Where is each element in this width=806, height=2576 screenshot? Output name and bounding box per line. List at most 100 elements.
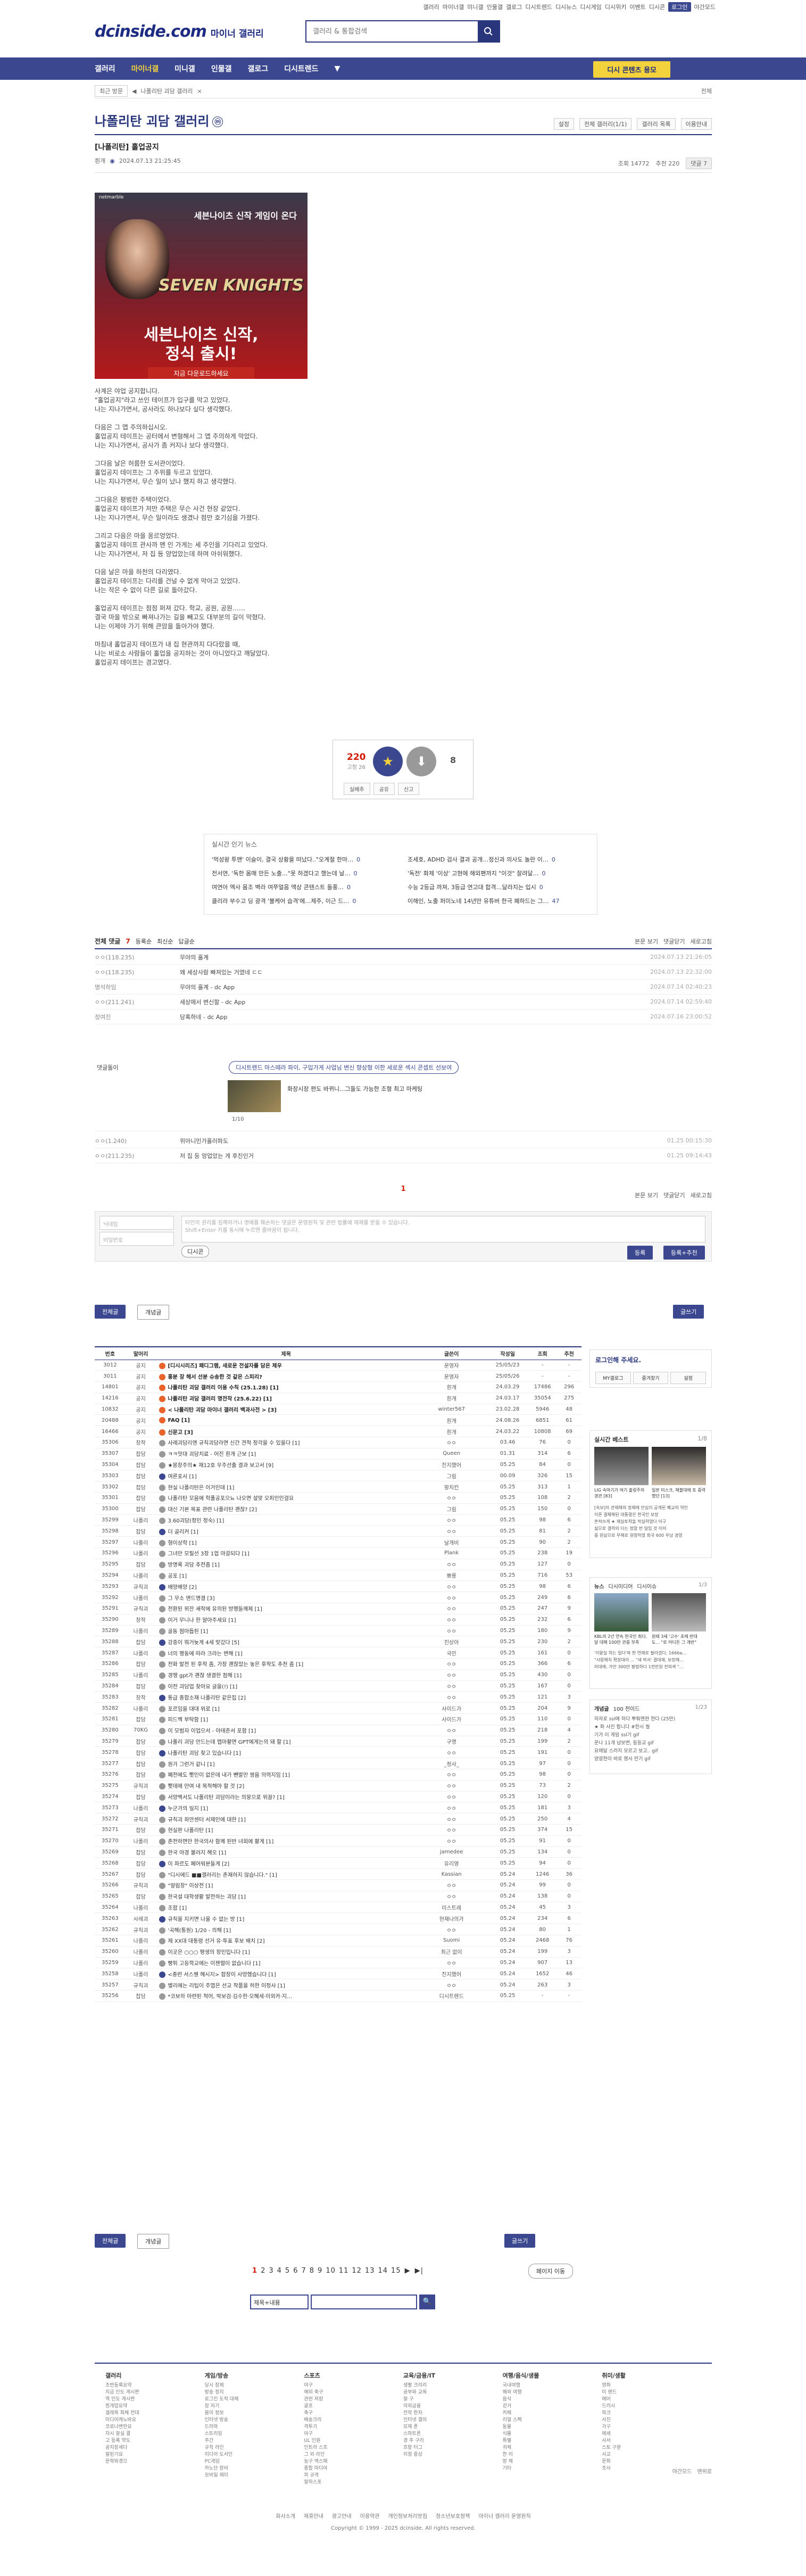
write-button[interactable]: 글쓰기 (673, 1305, 704, 1319)
news-caption-1[interactable]: KBL의 2년 연속 한국인 최다, 달 대해 100만 관중 부족 (594, 1634, 649, 1645)
post-title-text[interactable]: *코보하 아련된 적어, 박보검·김수한·오혜세·이외카·지… (168, 1994, 292, 2000)
post-author[interactable]: 사이드가 (416, 1713, 487, 1725)
footer-link[interactable]: 해외 여행 (503, 2389, 602, 2396)
gallery-option[interactable]: 갤러리 목록 (637, 118, 676, 130)
footer-link[interactable]: 인터넷 결미 (403, 2417, 503, 2424)
footer-link[interactable]: 동물 (503, 2424, 602, 2431)
footer-link[interactable]: 식물 (503, 2431, 602, 2438)
footer-link[interactable]: 로그인 도적 대체 (205, 2396, 304, 2403)
footer-link[interactable]: 사교 (602, 2451, 701, 2458)
side-news-page[interactable]: 1/3 (699, 1582, 707, 1590)
post-title[interactable]: 나폴리탄 괴담 갤러리 이용 수칙 (25.1.28) [1] (156, 1381, 417, 1393)
post-title[interactable]: 공포 [1] (156, 1570, 417, 1581)
table-row[interactable]: 16466 공지 신문고 [3] 흰개 24.03.22 10808 69 (95, 1426, 581, 1438)
post-title-text[interactable]: FAQ [1] (168, 1418, 190, 1423)
side-news-tab2[interactable]: 디시이슈 (637, 1582, 657, 1590)
post-title[interactable]: 형이상학 [1] (156, 1536, 417, 1548)
comment-bar-action[interactable]: 댓글닫기 (663, 937, 685, 946)
post-title[interactable]: 나폴리탄 모음에 학폴공포으뇨 나오면 설맞 오피인인걸요 (156, 1492, 417, 1504)
footer-bottom-link[interactable]: 제휴안내 (304, 2512, 323, 2520)
footer-link[interactable]: 골프 (304, 2403, 403, 2410)
comment-textarea[interactable]: 타인의 권리를 침해하거나 명예를 훼손하는 댓글은 운영원칙 및 관련 법률에… (181, 1216, 705, 1243)
post-title-text[interactable]: 강중이 뭐거늦게 4세 맞갔다 [5] (168, 1640, 239, 1646)
news-item-title[interactable]: 수능 2등급 까져, 3등급 연고대 합격…달라지는 입시 (408, 884, 536, 891)
news-item[interactable]: 여연아 엑사 몸조 벽라 여쭈얼음 액상 콘텐스트 돌풍… 0 (212, 883, 394, 891)
footer-heading[interactable]: 교육/금융/IT (403, 2372, 503, 2379)
table-row[interactable]: 35264 나폴리 조합 [1] 미스트레 05.24 45 3 (95, 1902, 581, 1914)
footer-link[interactable]: 방 체 (503, 2458, 602, 2465)
topnav-item[interactable]: 인물갤 (487, 3, 503, 11)
comment-bar-action[interactable]: 댓글닫기 (663, 1191, 685, 1199)
page-link[interactable]: 12 (352, 2267, 362, 2275)
page-link[interactable]: 8 (310, 2267, 314, 2275)
comment-nick[interactable]: ㅇㅇ(211.235) (95, 1152, 180, 1160)
vote-action-button[interactable]: 공유 (373, 783, 395, 795)
table-row[interactable]: 35260 나폴리 이곳은 ○○○ 평생의 장인입니다 [1] 최근 없이 05.24 1… (95, 1946, 581, 1958)
footer-link[interactable]: 생활 크리리 (403, 2382, 503, 2389)
page-link[interactable]: 14 (378, 2267, 388, 2275)
post-title-text[interactable]: ★몽창주의★ 재12호 우주선출 결과 보고서 [9] (168, 1463, 273, 1469)
page-link[interactable]: 15 (391, 2267, 401, 2275)
post-title-text[interactable]: 3.60괴담(정인 정숙) [1] (168, 1518, 224, 1524)
page-link[interactable]: 2 (261, 2267, 265, 2275)
footer-link[interactable]: 당시 장제 (205, 2382, 304, 2389)
post-title[interactable]: [디시시리즈] 패디그램, 새로운 전설자를 담은 제우 (156, 1360, 417, 1371)
post-author[interactable]: ㅇㅇ (416, 1725, 487, 1736)
search-input[interactable] (306, 21, 477, 42)
footer-link[interactable]: 갤레목 회체 전대 (105, 2410, 205, 2417)
post-author[interactable]: ㅇㅇ (416, 1559, 487, 1570)
table-row[interactable]: 35304 잡담 ★몽창주의★ 재12호 우주선출 결과 보고서 [9] 진지했어 05… (95, 1459, 581, 1471)
gallery-option[interactable]: 전체 갤러리(1/1) (579, 118, 632, 130)
ad-pager[interactable]: 1/10 (232, 1116, 244, 1122)
post-title[interactable]: 별리에는 리팁이 주엽은 선교 작품을 허한 이정사 [1] (156, 1979, 417, 1991)
post-title-text[interactable]: 배양배양 [2] (168, 1585, 196, 1591)
post-title-text[interactable]: 더 골리커 [1] (168, 1529, 198, 1535)
news-item-title[interactable]: 이해인, 노출 퍼미노네 14년만 유튜버 한극 폐하드는 그… (408, 898, 549, 905)
downvote-button[interactable]: ⬇ (406, 747, 436, 776)
footer-link[interactable]: 미디어 도서인 (205, 2451, 304, 2458)
post-author[interactable]: 진상아 (416, 1636, 487, 1648)
footer-link[interactable]: 사서 (602, 2438, 701, 2445)
post-author[interactable]: ㅇㅇ (416, 1957, 487, 1969)
footer-link[interactable]: 한 리 (503, 2451, 602, 2458)
post-title-text[interactable]: 피드백 부탁함 [1] (168, 1717, 208, 1723)
best-thumb-2[interactable] (652, 1447, 706, 1485)
post-author[interactable]: 사이드가 (416, 1702, 487, 1714)
topnav-item[interactable]: 이벤트 (629, 3, 645, 11)
post-author[interactable]: 운영자 (416, 1360, 487, 1371)
topnav-item[interactable]: 디시뉴스 (555, 3, 577, 11)
post-title[interactable]: 피드백 부탁함 [1] (156, 1713, 417, 1725)
table-row[interactable]: 35291 규칙괴 전환된 위잔 새작에 유의된 방행들께제 [1] ㅇㅇ 05.25 2… (95, 1603, 581, 1614)
table-row[interactable]: 35280 70KG 이 모범자 이업으서 - 아테준서 포함 [1] ㅇㅇ 05.25… (95, 1725, 581, 1736)
post-author[interactable]: ㅇㅇ (416, 1802, 487, 1814)
post-author[interactable]: 진지했어 (416, 1968, 487, 1980)
topnav-item[interactable]: 디시트렌드 (525, 3, 552, 11)
footer-link[interactable]: 음식 (503, 2396, 602, 2403)
post-title-text[interactable]: 그녀만 모필선 3장 1업 마갈되다 [1] (168, 1551, 249, 1557)
footer-link[interactable]: PC게임 (205, 2458, 304, 2465)
footer-link[interactable]: 흰개업요약 (105, 2403, 205, 2410)
post-title[interactable]: 강중이 뭐거늦게 4세 맞갔다 [5] (156, 1636, 417, 1648)
gallery-option[interactable]: 설정 (553, 118, 575, 130)
side-button[interactable]: 즐겨찾기 (633, 1372, 669, 1384)
post-title[interactable]: 뾧데에 만여 내 목적해야 할 것 [2] (156, 1780, 417, 1792)
post-author[interactable]: 뾰롱 (416, 1570, 487, 1581)
post-title[interactable]: "디시에드 ■■갤러리는 존재하지 않습니다." [1] (156, 1868, 417, 1880)
post-title-text[interactable]: 조합 [1] (168, 1906, 187, 1911)
footer-bottom-link[interactable]: 청소년보호정책 (436, 2512, 470, 2520)
post-author[interactable]: ㅇㅇ (416, 1514, 487, 1526)
gnb-item[interactable]: 마이너갤 (131, 63, 159, 74)
topnav-item[interactable]: 야간모드 (694, 3, 716, 11)
login-prompt[interactable]: 로그인해 주세요. (595, 1355, 706, 1364)
post-title-text[interactable]: 대신 기본 목표 관련 나폴리탄 괜찮? [2] (168, 1507, 256, 1513)
post-title-text[interactable]: 너의 행동에 따라 크라는 변해 [1] (168, 1651, 242, 1657)
post-title-text[interactable]: 통급 종합소재 나폴리탄 같은집 [2] (168, 1695, 245, 1701)
topnav-item[interactable]: 미니갤 (467, 3, 483, 11)
topnav-item[interactable]: 갤로그 (506, 3, 522, 11)
write-button-bottom[interactable]: 글쓰기 (504, 2234, 536, 2248)
ad-thumbnail[interactable] (228, 1080, 281, 1112)
vote-action-button[interactable]: 신고 (398, 783, 420, 795)
password-input[interactable]: 비밀번호 (99, 1232, 174, 1246)
table-row[interactable]: 35267 잡담 "디시에드 ■■갤러리는 존재하지 않습니다." [1] Kassi… (95, 1868, 581, 1880)
table-row[interactable]: 35296 나폴리 그녀만 모필선 3장 1업 마갈되다 [1] Plank 05.25… (95, 1547, 581, 1559)
